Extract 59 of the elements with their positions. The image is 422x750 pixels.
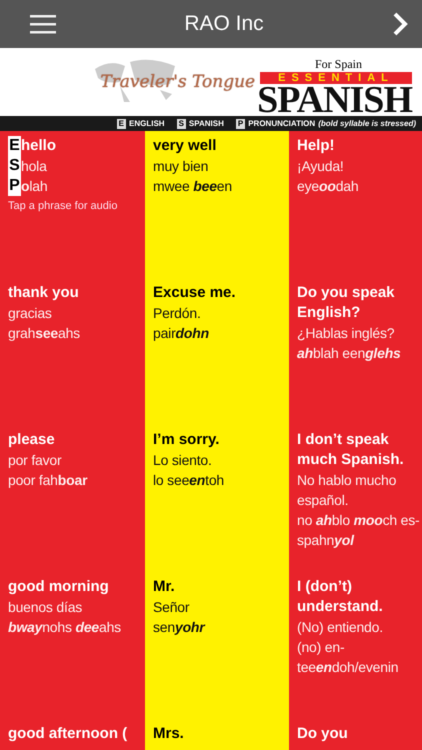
pronunciation-text: no ahblo mooch es-spahnyol: [297, 511, 420, 550]
english-phrase[interactable]: Mrs.: [153, 724, 184, 744]
spanish-phrase[interactable]: muy bien: [153, 156, 208, 176]
english-phrase[interactable]: thank you: [8, 283, 79, 303]
spanish-phrase[interactable]: ¡Ayuda!: [297, 156, 344, 176]
spanish-phrase[interactable]: Lo siento.: [153, 450, 212, 470]
english-phrase[interactable]: Help!: [297, 136, 334, 156]
english-phrase[interactable]: good morning: [8, 577, 109, 597]
spanish-phrase[interactable]: hola: [21, 156, 47, 176]
english-phrase[interactable]: good afternoon (: [8, 724, 128, 744]
key-letter: S: [8, 156, 21, 176]
english-phrase[interactable]: I’m sorry.: [153, 430, 220, 450]
legend-label: ENGLISH: [129, 119, 165, 128]
spanish-phrase[interactable]: gracias: [8, 303, 52, 323]
spanish-phrase[interactable]: Perdón.: [153, 303, 201, 323]
english-phrase[interactable]: please: [8, 430, 55, 450]
english-phrase[interactable]: very well: [153, 136, 216, 156]
legend-label: SPANISH: [188, 119, 224, 128]
menu-icon: [30, 14, 56, 34]
pronunciation-text: pairdohn: [153, 324, 209, 343]
app-title: RAO Inc: [184, 12, 264, 36]
spanish-phrase[interactable]: (No) entiendo.: [297, 617, 383, 637]
pronunciation-text: bwaynohs deeahs: [8, 618, 121, 637]
english-phrase[interactable]: Do you speak English?: [297, 283, 422, 323]
pronunciation-text: poor fahboar: [8, 471, 88, 490]
pronunciation-text: senyohr: [153, 618, 205, 637]
legend-key: E: [116, 118, 126, 128]
menu-button[interactable]: [30, 14, 56, 34]
english-phrase[interactable]: hello: [21, 136, 56, 156]
pronunciation-text: eyeoodah: [297, 177, 358, 196]
legend-key: S: [176, 118, 186, 128]
spanish-phrase[interactable]: Señor: [153, 597, 190, 617]
spanish-phrase[interactable]: por favor: [8, 450, 62, 470]
legend-note: (bold syllable is stressed): [318, 119, 416, 128]
english-phrase[interactable]: Mr.: [153, 577, 175, 597]
chevron-right-icon: [392, 12, 408, 36]
legend-key: P: [236, 118, 246, 128]
key-letter: P: [8, 176, 21, 196]
audio-hint: Tap a phrase for audio: [8, 200, 118, 212]
spanish-phrase[interactable]: ¿Hablas inglés?: [297, 323, 394, 343]
script-logo: Traveler's Tongue: [100, 72, 256, 92]
book-title: SPANISH: [257, 84, 412, 116]
ribbon-label: ESSENTIAL: [260, 72, 412, 84]
english-phrase[interactable]: I (don’t) understand.: [297, 577, 422, 617]
spanish-phrase[interactable]: buenos días: [8, 597, 82, 617]
region-label: For Spain: [314, 57, 362, 72]
english-phrase[interactable]: Excuse me.: [153, 283, 236, 303]
english-phrase[interactable]: I don’t speak much Spanish.: [297, 430, 422, 470]
key-letter: E: [8, 136, 21, 156]
english-phrase[interactable]: Do you: [297, 724, 348, 744]
pronunciation-text: mwee beeen: [153, 177, 232, 196]
pronunciation-text: grahseeahs: [8, 324, 80, 343]
next-button[interactable]: [392, 12, 408, 36]
pronunciation-text: ahblah eenglehs: [297, 344, 401, 363]
legend-label: PRONUNCIATION: [248, 119, 316, 128]
pronunciation-text: lo seeentoh: [153, 471, 224, 490]
pronunciation-text: olah: [21, 177, 48, 196]
pronunciation-text: (no) en-teeendoh/evenin: [297, 638, 400, 677]
spanish-phrase[interactable]: No hablo mucho español.: [297, 470, 422, 510]
